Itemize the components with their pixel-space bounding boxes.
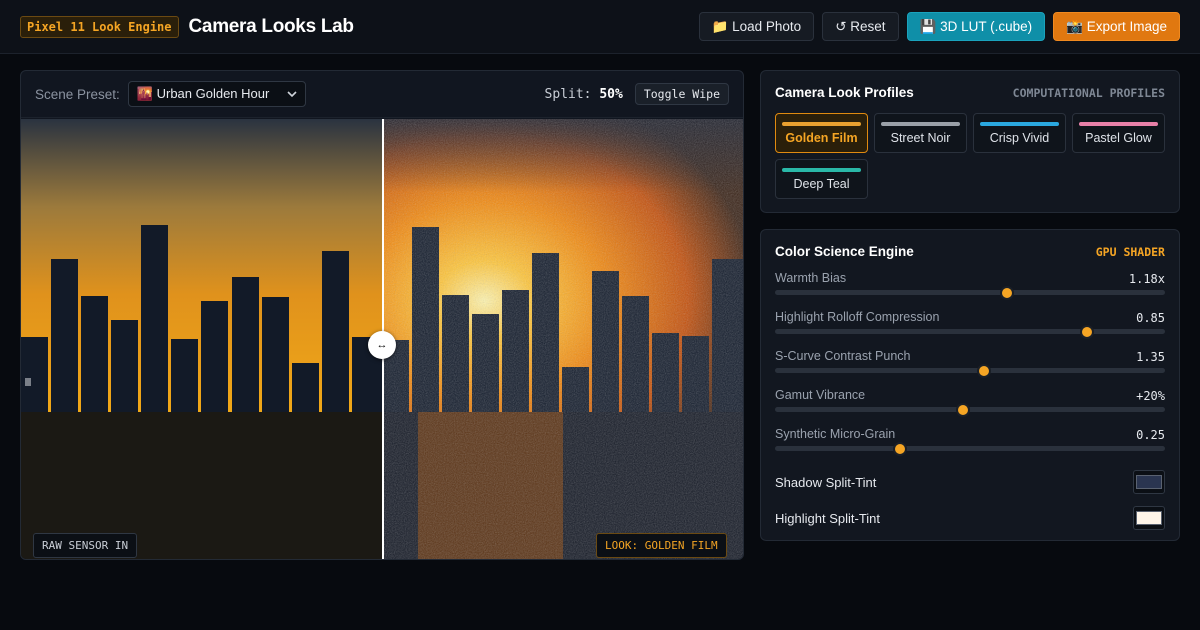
tint-row: Shadow Split-Tint <box>761 464 1179 500</box>
profile-label: Deep Teal <box>793 176 850 191</box>
slider-value: 1.18x <box>1128 272 1165 286</box>
toggle-wipe-button[interactable]: Toggle Wipe <box>634 83 729 105</box>
profile-label: Crisp Vivid <box>989 130 1050 145</box>
profile-swatch <box>980 121 1059 126</box>
profile-crisp-vivid[interactable]: Crisp Vivid <box>973 113 1066 153</box>
slider-track[interactable] <box>775 368 1165 373</box>
look-tag: LOOK: GOLDEN FILM <box>596 533 727 558</box>
profile-swatch <box>782 121 861 126</box>
tint-label: Highlight Split-Tint <box>775 510 881 526</box>
slider-row: Synthetic Micro-Grain 0.25 <box>775 425 1165 464</box>
slider-thumb[interactable] <box>892 442 907 456</box>
profile-swatch <box>782 167 861 172</box>
profile-street-noir[interactable]: Street Noir <box>874 113 967 153</box>
engine-subtitle: GPU SHADER <box>1095 244 1165 259</box>
slider-list: Warmth Bias 1.18x Highlight Rolloff Compre… <box>761 259 1179 464</box>
profile-golden-film[interactable]: Golden Film <box>775 113 868 153</box>
slider-track[interactable] <box>775 446 1165 451</box>
slider-thumb[interactable] <box>976 364 991 378</box>
tint-color-chip <box>1136 475 1162 489</box>
raw-sensor-tag: RAW SENSOR IN <box>33 533 138 558</box>
split-controls: Split: 50% Toggle Wipe <box>545 83 729 105</box>
slider-label: Gamut Vibrance <box>775 388 866 402</box>
slider-label: Synthetic Micro-Grain <box>775 427 896 441</box>
engine-badge: Pixel 11 Look Engine <box>20 15 179 38</box>
slider-track[interactable] <box>775 329 1165 334</box>
engine-header: Color Science Engine GPU SHADER <box>761 230 1179 259</box>
profile-pastel-glow[interactable]: Pastel Glow <box>1072 113 1165 153</box>
slider-value: +20% <box>1136 389 1165 403</box>
header-actions: 📁 Load Photo ↺ Reset 💾 3D LUT (.cube) 📸 … <box>698 12 1180 41</box>
tint-list: Shadow Split-Tint Highlight Split-Tint <box>761 464 1179 536</box>
slider-thumb[interactable] <box>1080 325 1094 339</box>
split-readout: Split: 50% <box>545 87 623 102</box>
slider-label: Warmth Bias <box>775 271 847 285</box>
slider-track[interactable] <box>775 290 1165 295</box>
profile-swatch <box>881 121 960 126</box>
slider-label: Highlight Rolloff Compression <box>775 310 940 324</box>
profile-swatch <box>1079 121 1158 126</box>
reset-button[interactable]: ↺ Reset <box>822 12 899 41</box>
viewer-toolbar: Scene Preset: 🌇 Urban Golden Hour Split:… <box>21 71 743 118</box>
profiles-subtitle: COMPUTATIONAL PROFILES <box>1012 85 1165 100</box>
tint-color-picker[interactable] <box>1133 470 1165 494</box>
slider-thumb[interactable] <box>1000 286 1015 300</box>
profiles-header: Camera Look Profiles COMPUTATIONAL PROFI… <box>761 71 1179 100</box>
split-label: Split: <box>544 86 592 102</box>
comparison-canvas[interactable]: ↔ RAW SENSOR IN LOOK: GOLDEN FILM <box>21 119 743 559</box>
tint-color-picker[interactable] <box>1133 506 1165 530</box>
profile-label: Pastel Glow <box>1085 130 1152 145</box>
scene-preset-label: Scene Preset: <box>35 86 120 102</box>
slider-row: S-Curve Contrast Punch 1.35 <box>775 347 1165 386</box>
look-profiles-panel: Camera Look Profiles COMPUTATIONAL PROFI… <box>760 70 1180 213</box>
profile-grid: Golden Film Street Noir Crisp Vivid Pastel … <box>761 100 1179 213</box>
profile-label: Street Noir <box>890 130 951 145</box>
profile-deep-teal[interactable]: Deep Teal <box>775 159 868 199</box>
export-lut-button[interactable]: 💾 3D LUT (.cube) <box>906 12 1046 41</box>
tint-label: Shadow Split-Tint <box>775 474 877 490</box>
slider-track[interactable] <box>775 407 1165 412</box>
profiles-title: Camera Look Profiles <box>775 85 914 100</box>
scene-preset-select[interactable]: 🌇 Urban Golden Hour <box>127 81 306 107</box>
slider-row: Highlight Rolloff Compression 0.85 <box>775 308 1165 347</box>
load-photo-button[interactable]: 📁 Load Photo <box>698 12 815 41</box>
slider-row: Gamut Vibrance +20% <box>775 386 1165 425</box>
scene-preset-value: 🌇 Urban Golden Hour <box>136 86 270 101</box>
slider-value: 1.35 <box>1136 350 1165 364</box>
slider-thumb[interactable] <box>955 403 970 417</box>
slider-value: 0.25 <box>1136 428 1165 442</box>
export-image-button[interactable]: 📸 Export Image <box>1053 12 1180 41</box>
chevron-down-icon <box>287 90 297 97</box>
slider-row: Warmth Bias 1.18x <box>775 269 1165 308</box>
split-handle[interactable]: ↔ <box>368 331 396 359</box>
engine-title: Color Science Engine <box>775 244 914 259</box>
preview-viewer: Scene Preset: 🌇 Urban Golden Hour Split:… <box>20 70 744 560</box>
slider-label: S-Curve Contrast Punch <box>775 349 911 363</box>
app-title: Camera Looks Lab <box>188 15 355 37</box>
split-value: 50% <box>599 86 623 102</box>
tint-color-chip <box>1136 511 1162 525</box>
slider-value: 0.85 <box>1136 311 1165 325</box>
profile-label: Golden Film <box>785 130 858 145</box>
app-header: Pixel 11 Look Engine Camera Looks Lab 📁 … <box>0 0 1200 54</box>
tint-row: Highlight Split-Tint <box>761 500 1179 536</box>
color-engine-panel: Color Science Engine GPU SHADER Warmth B… <box>760 229 1180 541</box>
